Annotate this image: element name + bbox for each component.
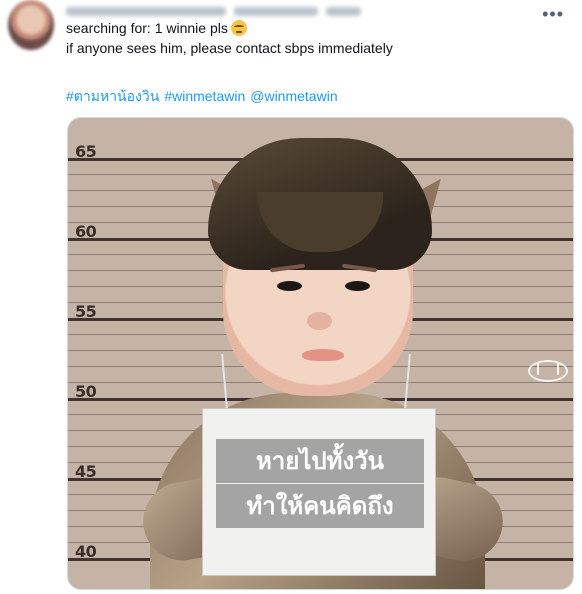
tweet-line-2: if anyone sees him, please contact sbps …	[66, 40, 393, 56]
mention-link[interactable]: @winmetawin	[250, 86, 337, 106]
tweet-media-image[interactable]: 65 60 55 50 45 40 หายไปทั้งวัน ทำให้คนคิ…	[67, 117, 574, 590]
height-label-55: 55	[75, 302, 97, 321]
avatar[interactable]	[8, 0, 54, 50]
blurred-timestamp	[326, 6, 361, 16]
sign-text-line-2: ทำให้คนคิดถึง	[216, 484, 424, 528]
watermark-logo	[528, 360, 568, 382]
blurred-user-handle	[234, 6, 318, 16]
height-label-40: 40	[75, 542, 97, 561]
tweet-line-1: searching for: 1 winnie pls	[66, 20, 228, 36]
nose	[307, 312, 332, 330]
mouth	[302, 349, 344, 361]
right-eye	[345, 281, 370, 291]
height-label-45: 45	[75, 462, 97, 481]
sign-text-line-1: หายไปทั้งวัน	[216, 439, 424, 483]
hashtag-1[interactable]: #ตามหาน้องวิน	[66, 86, 159, 106]
hashtag-row: #ตามหาน้องวิน #winmetawin @winmetawin	[66, 86, 338, 106]
tweet-text: searching for: 1 winnie pls if anyone se…	[66, 20, 562, 58]
tweet-card: ••• searching for: 1 winnie pls if anyon…	[0, 0, 582, 594]
hashtag-2[interactable]: #winmetawin	[164, 86, 245, 106]
left-eye	[277, 281, 302, 291]
height-label-50: 50	[75, 382, 97, 401]
blurred-user-name	[66, 6, 226, 16]
tweet-header	[66, 4, 361, 18]
hanging-sign: หายไปทั้งวัน ทำให้คนคิดถึง	[202, 408, 436, 576]
height-label-65: 65	[75, 142, 97, 161]
pensive-face-icon	[230, 20, 247, 36]
height-label-60: 60	[75, 222, 97, 241]
